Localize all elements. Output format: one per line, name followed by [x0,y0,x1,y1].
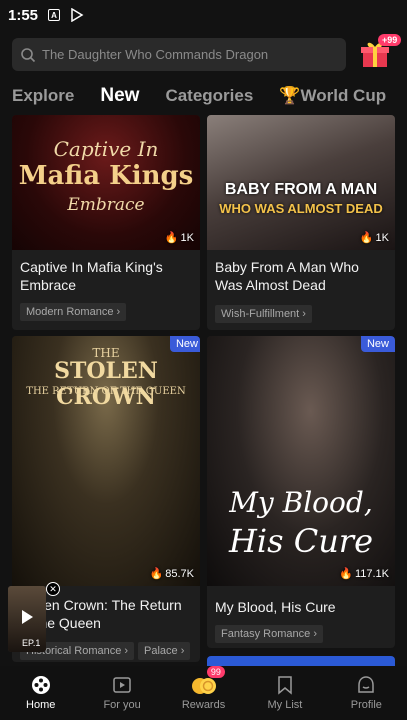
genre-tag[interactable]: Modern Romance › [20,303,127,321]
cover-title-line: My Blood, [229,486,373,519]
coins-icon [191,678,216,694]
flame-icon: 🔥 [164,232,179,244]
cover-title-line: THE RETURN OF THE QUEEN [26,386,186,397]
genre-tag[interactable]: Fantasy Romance › [215,625,323,643]
view-count: 🔥 85.7K [149,567,194,581]
tab-new[interactable]: New [88,85,153,107]
drama-cover: My Blood, His Cure 🔥 117.1K [207,336,395,586]
status-bar: 1:55 A [0,0,407,30]
nav-label: Profile [350,699,382,711]
category-tabs: Explore New Categories 🏆World Cup A [0,82,407,110]
status-time: 1:55 [8,6,39,24]
cover-title-line: His Cure [228,522,374,560]
rewards-badge: 99 [206,666,225,678]
drama-card[interactable]: BABY FROM A MAN WHO WAS ALMOST DEAD 🔥 1K … [207,115,395,330]
nav-my-list[interactable]: My List [244,666,325,720]
episode-label: EP.1 [22,638,41,648]
gift-button[interactable]: +99 [358,34,402,70]
search-icon [21,47,36,62]
genre-tag[interactable]: Wish-Fulfillment › [215,305,312,323]
notification-a-icon: A [48,9,61,21]
play-store-icon [71,8,84,22]
new-badge: New [360,336,395,352]
nav-home[interactable]: Home [0,666,81,720]
tab-world-cup[interactable]: 🏆World Cup [267,86,400,106]
search-input[interactable] [42,47,332,62]
for-you-icon [113,677,131,693]
drama-cover: Captive In Mafia Kings Embrace 🔥 1K [12,115,200,250]
flame-icon: 🔥 [339,568,353,580]
bookmark-icon [278,676,292,695]
drama-cover: BABY FROM A MAN WHO WAS ALMOST DEAD 🔥 1K [207,115,395,250]
cover-title-line: STOLEN CROWN [54,358,158,410]
drama-title: Baby From A Man Who Was Almost Dead [215,259,359,293]
genre-tag[interactable]: Palace › [138,642,191,660]
drama-title: My Blood, His Cure [215,599,336,615]
flame-icon: 🔥 [359,232,374,244]
nav-rewards[interactable]: 99 Rewards [163,666,244,720]
drama-cover: THE STOLEN CROWN THE RETURN OF THE QUEEN… [12,336,200,586]
drama-card-peek[interactable] [207,656,395,666]
nav-label: Rewards [181,699,226,711]
drama-card[interactable]: My Blood, His Cure 🔥 117.1K New My Blood,… [207,336,395,648]
play-icon[interactable] [18,608,36,626]
search-bar[interactable] [12,38,346,71]
drama-title: Captive In Mafia King's Embrace [20,259,163,293]
cover-title-line: Embrace [67,195,145,215]
view-count: 🔥 1K [164,231,194,245]
cover-title-line: Mafia Kings [18,161,194,191]
cover-title-line: WHO WAS ALMOST DEAD [219,201,383,216]
mini-player-close-button[interactable]: ✕ [46,582,60,596]
mini-player[interactable]: EP.1 [8,586,46,652]
cover-title-line: BABY FROM A MAN [224,181,378,198]
view-count: 🔥 117.1K [339,567,389,581]
nav-label: Home [26,699,56,711]
nav-label: My List [267,699,303,711]
new-badge: New [169,336,200,352]
profile-icon [358,676,375,693]
view-count: 🔥 1K [359,231,389,245]
tab-explore[interactable]: Explore [0,86,88,106]
gift-badge: +99 [378,34,402,46]
tab-categories[interactable]: Categories [153,86,267,106]
nav-for-you[interactable]: For you [81,666,162,720]
cover-title-line: Captive In [53,137,159,161]
drama-card[interactable]: Captive In Mafia Kings Embrace 🔥 1K Capti… [12,115,200,330]
nav-profile[interactable]: Profile [326,666,407,720]
bottom-nav: Home For you 99 Rewards My List Profile [0,666,407,720]
flame-icon: 🔥 [149,568,164,580]
tab-overflow[interactable]: A [400,86,407,106]
close-icon: ✕ [49,584,57,594]
home-icon [31,676,50,694]
nav-label: For you [103,699,141,711]
